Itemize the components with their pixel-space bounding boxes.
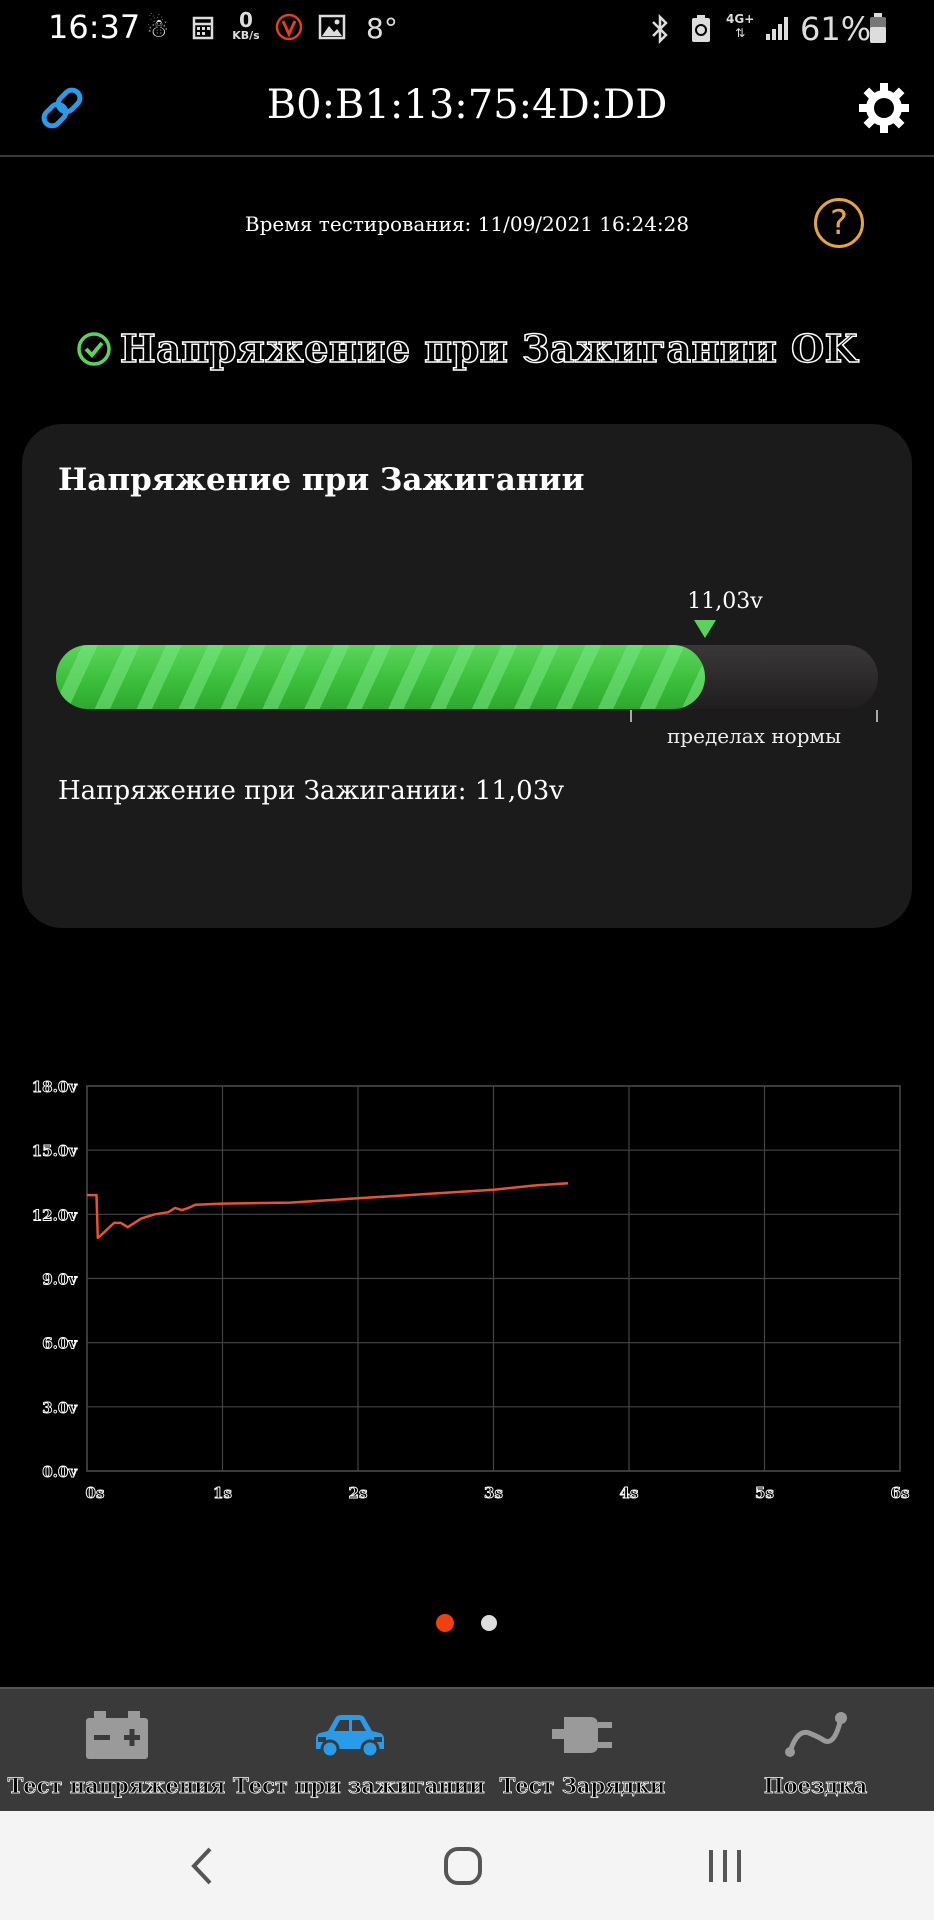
nav-label: Поездка — [763, 1773, 868, 1799]
device-id-title: B0:B1:13:75:4D:DD — [266, 82, 668, 128]
y-tick-label: 18.0v — [32, 1078, 79, 1096]
result-status: Напряжение при Зажигании OK — [0, 325, 934, 372]
nav-ignition-test[interactable]: Тест при зажигании — [233, 1689, 486, 1813]
voltage-chart: 0s 1s 2s 3s 4s 5s 6s 0.0v 3.0v 6.0v 9.0v 12.0v 15.0v… — [31, 1078, 910, 1503]
bluetooth-icon — [648, 13, 672, 45]
notification-app-icon: ☃ — [146, 14, 170, 44]
x-tick-label: 4s — [620, 1484, 639, 1502]
status-bar: 16:37 ☃ 0 KB/s 8° 4G+ ⇅ 61% — [0, 0, 934, 60]
x-tick-label: 6s — [891, 1484, 910, 1502]
y-tick-label: 6.0v — [42, 1335, 78, 1353]
nav-label: Тест при зажигании — [233, 1773, 486, 1799]
route-icon — [784, 1712, 847, 1757]
marker-value: 11,03v — [687, 589, 763, 614]
y-tick-label: 12.0v — [32, 1206, 79, 1224]
x-tick-label: 0s — [86, 1484, 105, 1502]
test-time-label: Время тестирования: 11/09/2021 16:24:28 — [244, 212, 690, 236]
network-speed: 0 KB/s — [232, 8, 260, 42]
image-icon — [318, 14, 346, 44]
gear-icon[interactable] — [856, 80, 912, 136]
norm-range-label: пределах нормы — [666, 724, 842, 748]
card-title: Напряжение при Зажигании — [58, 462, 585, 498]
pager-dot-active[interactable] — [436, 1614, 454, 1632]
nav-charging-test[interactable]: Тест Зарядки — [466, 1689, 699, 1813]
system-nav-bar — [0, 1811, 934, 1920]
back-icon[interactable] — [168, 1831, 238, 1901]
voltage-reading: Напряжение при Зажигании: 11,03v — [58, 776, 564, 806]
calendar-icon — [192, 14, 214, 44]
status-time: 16:37 — [48, 8, 141, 46]
vpn-icon — [274, 12, 304, 42]
battery-icon — [868, 12, 888, 43]
norm-range-bracket — [630, 710, 878, 722]
signal-icon — [764, 14, 792, 44]
car-icon — [315, 1715, 384, 1759]
battery-percent: 61% — [800, 10, 872, 48]
voltage-series-line — [87, 1182, 569, 1240]
y-tick-label: 9.0v — [42, 1271, 78, 1289]
marker-arrow-icon — [694, 620, 716, 638]
y-tick-label: 3.0v — [42, 1399, 78, 1417]
battery-saver-icon — [690, 14, 712, 44]
status-temperature: 8° — [366, 12, 398, 45]
pager-dot[interactable] — [481, 1615, 497, 1631]
network-type: 4G+ ⇅ — [726, 12, 755, 40]
check-circle-icon — [77, 331, 111, 366]
result-text: Напряжение при Зажигании OK — [119, 325, 859, 372]
help-icon[interactable]: ? — [814, 198, 864, 248]
x-tick-label: 3s — [484, 1484, 503, 1502]
plug-icon — [551, 1717, 612, 1753]
battery-icon — [85, 1711, 148, 1759]
home-icon[interactable] — [428, 1831, 498, 1901]
bottom-nav: Тест напряжения Тест при зажигании Тест … — [0, 1687, 934, 1811]
app-header: B0:B1:13:75:4D:DD — [0, 60, 934, 157]
nav-trip[interactable]: Поездка — [699, 1689, 932, 1813]
recents-icon[interactable] — [690, 1831, 760, 1901]
nav-voltage-test[interactable]: Тест напряжения — [0, 1689, 233, 1813]
x-tick-label: 1s — [213, 1484, 232, 1502]
voltage-card: Напряжение при Зажигании 11,03v пределах… — [22, 424, 912, 928]
voltage-progress-fill — [56, 645, 705, 709]
nav-label: Тест напряжения — [7, 1773, 226, 1799]
voltage-progress-track — [56, 645, 878, 709]
y-tick-label: 0.0v — [42, 1463, 78, 1481]
nav-label: Тест Зарядки — [499, 1773, 666, 1799]
y-tick-label: 15.0v — [32, 1142, 79, 1160]
x-tick-label: 5s — [755, 1484, 774, 1502]
x-tick-label: 2s — [349, 1484, 368, 1502]
